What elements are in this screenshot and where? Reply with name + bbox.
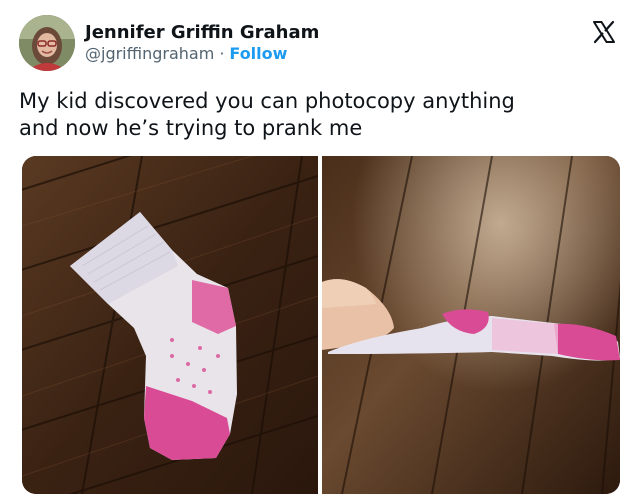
author-handle[interactable]: @jgriffingraham bbox=[85, 44, 214, 63]
author-name[interactable]: Jennifer Griffin Graham bbox=[85, 22, 319, 43]
author-name-row: Jennifer Griffin Graham bbox=[85, 22, 319, 44]
tweet-text: My kid discovered you can photocopy anyt… bbox=[19, 89, 515, 140]
photocopied-sock-photo[interactable] bbox=[322, 156, 620, 494]
x-logo-icon[interactable] bbox=[592, 20, 616, 44]
real-sock-photo[interactable] bbox=[22, 156, 318, 494]
follow-button[interactable]: Follow bbox=[229, 44, 287, 63]
media-grid bbox=[22, 156, 620, 494]
author-handle-row: @jgriffingraham · Follow bbox=[85, 44, 287, 64]
avatar[interactable] bbox=[19, 15, 75, 71]
tweet-card: Jennifer Griffin Graham @jgriffingraham ·… bbox=[0, 0, 640, 497]
separator-dot: · bbox=[219, 44, 225, 63]
